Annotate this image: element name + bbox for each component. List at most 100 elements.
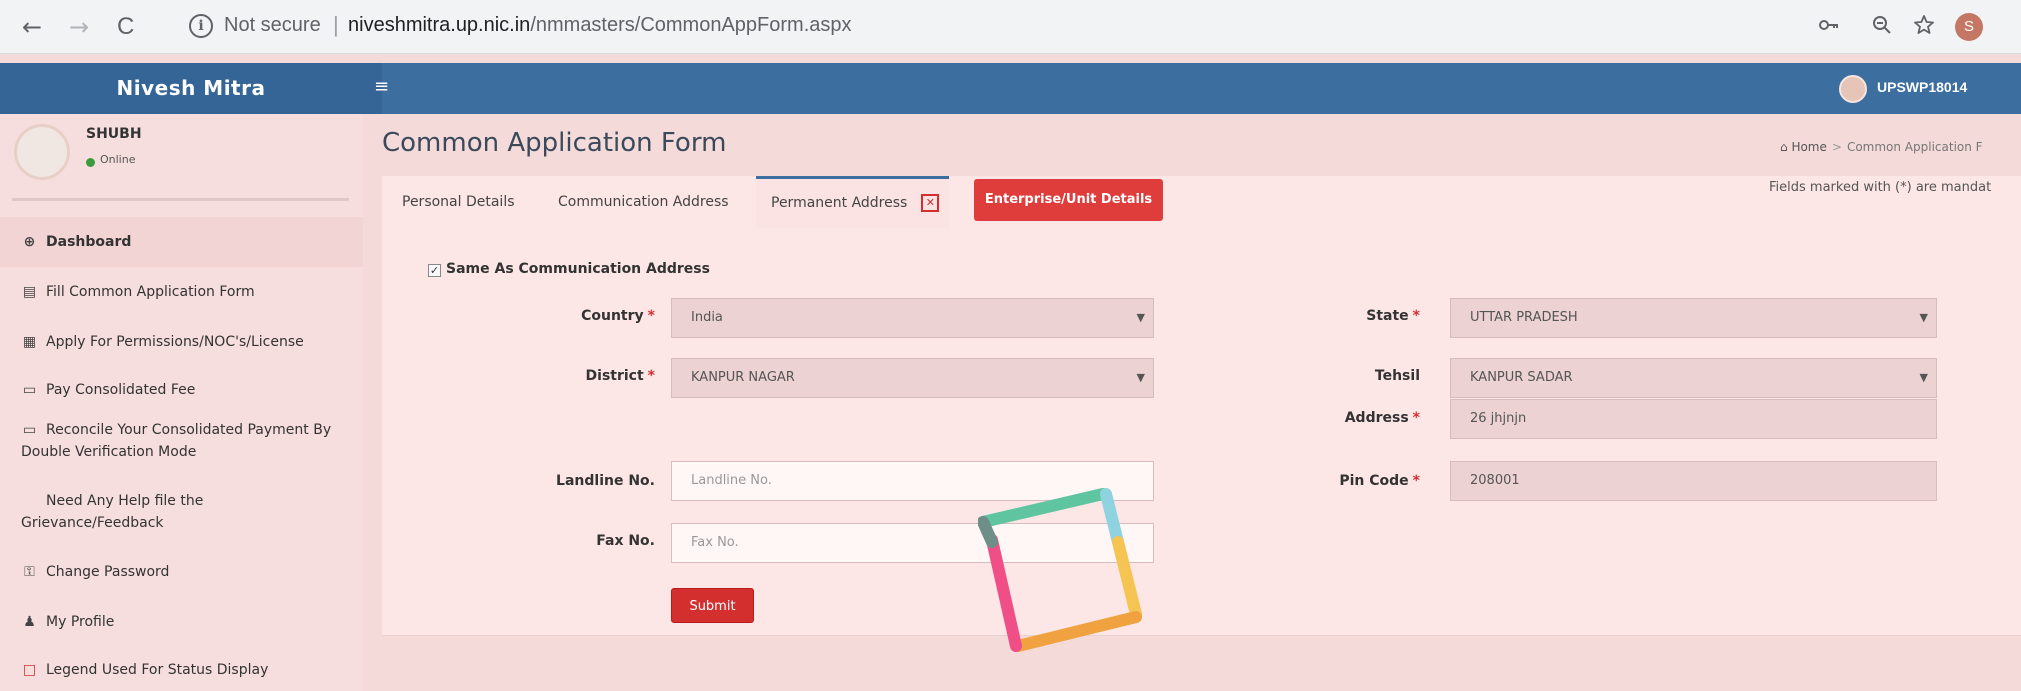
tab-communication-address[interactable]: Communication Address: [558, 176, 729, 228]
chevron-down-icon: ▼: [1136, 311, 1145, 324]
zoom-icon[interactable]: [1870, 13, 1894, 43]
sidebar-item-text: ▭ Reconcile Your Consolidated Payment By …: [21, 419, 331, 463]
tehsil-label: Tehsil: [1374, 368, 1420, 384]
app-header: Nivesh Mitra ≡ UPSWP18014: [0, 63, 2021, 114]
sidebar-item-label: Reconcile Your Consolidated Payment By: [46, 422, 332, 438]
sidebar-item-label: Apply For Permissions/NOC's/License: [46, 334, 304, 350]
state-value: UTTAR PRADESH: [1470, 310, 1578, 325]
sidebar-item-label-line2: Double Verification Mode: [21, 444, 197, 460]
url-path: /nmmasters/CommonAppForm.aspx: [530, 14, 852, 36]
same-as-address-label: Same As Communication Address: [446, 261, 710, 277]
loading-spinner-icon: [978, 488, 1142, 652]
legend-icon: □: [22, 662, 37, 678]
user-icon: ♟: [23, 614, 36, 630]
pincode-input[interactable]: 208001: [1450, 461, 1937, 501]
tab-enterprise-unit-details[interactable]: Enterprise/Unit Details: [974, 179, 1163, 221]
country-select[interactable]: India ▼: [671, 298, 1154, 338]
url-separator: |: [333, 12, 339, 37]
country-value: India: [691, 310, 723, 325]
district-label: District *: [535, 368, 655, 384]
address-bar[interactable]: niveshmitra.up.nic.in/nmmasters/CommonAp…: [348, 14, 852, 37]
close-icon[interactable]: ✕: [921, 194, 940, 212]
breadcrumb: ⌂ Home > Common Application F: [1780, 140, 1983, 154]
state-select[interactable]: UTTAR PRADESH ▼: [1450, 298, 1937, 338]
sidebar-item-legend[interactable]: □ Legend Used For Status Display: [0, 650, 363, 690]
hamburger-menu-icon[interactable]: ≡: [374, 77, 396, 97]
state-label-text: State: [1366, 308, 1409, 324]
tehsil-select[interactable]: KANPUR SADAR ▼: [1450, 358, 1937, 398]
district-value: KANPUR NAGAR: [691, 370, 795, 385]
sidebar-item-label: Dashboard: [46, 234, 132, 250]
tab-permanent-address[interactable]: Permanent Address ✕: [756, 176, 949, 228]
url-host: niveshmitra.up.nic.in: [348, 14, 531, 36]
landline-label: Landline No.: [556, 473, 655, 489]
country-label: Country *: [535, 308, 655, 324]
required-mark: *: [1412, 410, 1420, 426]
required-mark: *: [1412, 473, 1420, 489]
tehsil-value: KANPUR SADAR: [1470, 370, 1573, 385]
tab-label: Permanent Address: [771, 195, 908, 211]
sidebar-item-grievance[interactable]: Need Any Help file the Grievance/Feedbac…: [0, 490, 363, 542]
fax-placeholder: Fax No.: [691, 535, 739, 550]
address-value: 26 jhjnjn: [1470, 411, 1527, 426]
star-icon[interactable]: [1912, 13, 1936, 43]
sidebar-item-fill-caf[interactable]: ▤ Fill Common Application Form: [0, 267, 363, 317]
sidebar-divider: [12, 198, 349, 201]
sidebar-item-apply-permissions[interactable]: ▦ Apply For Permissions/NOC's/License: [0, 317, 363, 367]
sidebar-item-dashboard[interactable]: ⊕ Dashboard: [0, 217, 363, 267]
submit-button[interactable]: Submit: [671, 588, 754, 623]
tab-personal-details[interactable]: Personal Details: [402, 176, 515, 228]
address-label: Address *: [1300, 410, 1420, 426]
sidebar-item-reconcile[interactable]: ▭ Reconcile Your Consolidated Payment By …: [0, 419, 363, 471]
breadcrumb-home[interactable]: Home: [1791, 140, 1826, 154]
form-icon: ▤: [22, 284, 37, 300]
sidebar-item-label: Pay Consolidated Fee: [46, 381, 196, 398]
required-mark: *: [647, 368, 655, 384]
breadcrumb-separator: >: [1831, 140, 1842, 154]
user-avatar[interactable]: [1839, 75, 1867, 103]
home-icon[interactable]: ⌂: [1780, 140, 1791, 154]
dashboard-icon: ⊕: [23, 234, 36, 250]
profile-avatar: [14, 124, 70, 180]
required-mark: *: [647, 308, 655, 324]
browser-toolbar: ← → C i Not secure | niveshmitra.up.nic.…: [0, 0, 2021, 54]
sidebar-item-label: Fill Common Application Form: [46, 284, 255, 300]
browser-profile-avatar[interactable]: S: [1955, 13, 1983, 41]
same-as-address-checkbox[interactable]: ✓: [428, 264, 441, 277]
card-icon: ▭: [22, 422, 37, 438]
user-id[interactable]: UPSWP18014: [1877, 79, 1967, 95]
sidebar-item-label: My Profile: [46, 614, 115, 630]
district-label-text: District: [585, 368, 644, 384]
key-icon[interactable]: [1817, 13, 1841, 43]
info-icon[interactable]: i: [189, 14, 213, 38]
page-title: Common Application Form: [382, 128, 727, 158]
sidebar-item-label: Change Password: [46, 564, 170, 580]
key-icon: ⚿: [24, 564, 35, 580]
brand-logo[interactable]: Nivesh Mitra: [0, 63, 382, 114]
not-secure-label: Not secure: [224, 14, 321, 36]
sidebar-item-pay-fee[interactable]: ▭ Pay Consolidated Fee: [0, 367, 363, 412]
country-label-text: Country: [581, 308, 644, 324]
online-status-label: Online: [100, 153, 136, 166]
sidebar-item-label: Need Any Help file the: [46, 493, 204, 509]
online-status-icon: [86, 158, 95, 167]
chevron-down-icon: ▼: [1919, 311, 1928, 324]
forward-arrow-icon[interactable]: →: [69, 13, 89, 41]
sidebar-item-label-line2: Grievance/Feedback: [21, 515, 164, 531]
breadcrumb-current: Common Application F: [1846, 140, 1983, 154]
document-icon: ▦: [22, 334, 37, 350]
sidebar-item-label: Legend Used For Status Display: [46, 662, 269, 678]
address-input[interactable]: 26 jhjnjn: [1450, 399, 1937, 439]
landline-placeholder: Landline No.: [691, 473, 772, 488]
mandatory-note: Fields marked with (*) are mandat: [1769, 180, 1992, 195]
reload-icon[interactable]: C: [117, 13, 134, 41]
chevron-down-icon: ▼: [1919, 371, 1928, 384]
card-icon: ▭: [22, 381, 37, 398]
back-arrow-icon[interactable]: ←: [22, 13, 42, 41]
sidebar-item-my-profile[interactable]: ♟ My Profile: [0, 600, 363, 644]
district-select[interactable]: KANPUR NAGAR ▼: [671, 358, 1154, 398]
pincode-label-text: Pin Code: [1339, 473, 1409, 489]
sidebar-item-change-password[interactable]: ⚿ Change Password: [0, 550, 363, 594]
sidebar: SHUBH Online ⊕ Dashboard ▤ Fill Common A…: [0, 114, 363, 691]
state-label: State *: [1300, 308, 1420, 324]
